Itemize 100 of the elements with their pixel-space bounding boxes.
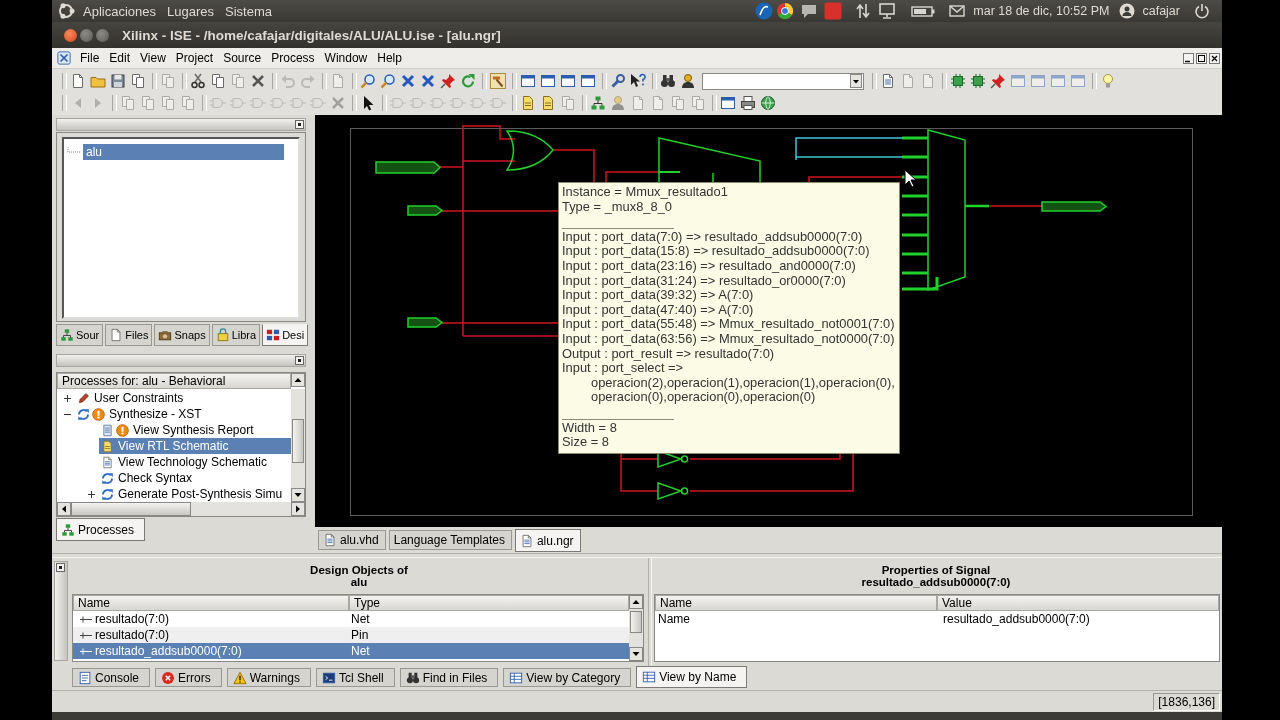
pages-icon[interactable] bbox=[130, 73, 146, 89]
task-tree-item[interactable]: View Technology Schematic bbox=[99, 454, 291, 470]
console-tab[interactable]: Tcl Shell bbox=[315, 668, 395, 687]
person-icon[interactable] bbox=[1119, 3, 1136, 19]
scroll-thumb[interactable] bbox=[630, 611, 642, 633]
console-tab[interactable]: View by Name bbox=[636, 666, 748, 688]
vertical-scrollbar[interactable] bbox=[629, 595, 643, 661]
disc-icon[interactable] bbox=[755, 2, 774, 20]
window-icon[interactable] bbox=[520, 73, 536, 89]
menu-item[interactable]: Process bbox=[266, 51, 320, 65]
pin-icon[interactable] bbox=[440, 73, 456, 89]
expand-icon[interactable] bbox=[79, 630, 93, 640]
tree-item[interactable]: alu bbox=[83, 144, 284, 160]
page-icon[interactable] bbox=[520, 95, 536, 111]
page-icon[interactable] bbox=[540, 95, 556, 111]
task-tree-item[interactable]: View Synthesis Report bbox=[99, 422, 291, 438]
arrow-down-icon[interactable] bbox=[629, 647, 643, 661]
window-icon[interactable] bbox=[580, 73, 596, 89]
speech-bubble-icon[interactable] bbox=[800, 2, 819, 20]
panel-tab[interactable]: Sour bbox=[56, 324, 104, 346]
envelope-icon[interactable] bbox=[949, 2, 966, 20]
search-combo-field[interactable] bbox=[702, 72, 864, 90]
minimize-button[interactable] bbox=[80, 28, 93, 42]
menu-item[interactable]: Edit bbox=[104, 51, 136, 65]
panel-tab[interactable]: Libra bbox=[211, 324, 261, 346]
dot-box-icon[interactable] bbox=[56, 563, 65, 572]
cross-icon[interactable] bbox=[420, 73, 436, 89]
logo-icon[interactable] bbox=[57, 2, 75, 20]
expand-icon[interactable] bbox=[87, 489, 96, 499]
document-icon[interactable] bbox=[880, 73, 896, 89]
editor-tab[interactable]: alu.vhd bbox=[318, 530, 386, 550]
close-icon[interactable] bbox=[1209, 52, 1220, 64]
console-tab[interactable]: Errors bbox=[155, 668, 222, 687]
close-button[interactable] bbox=[64, 28, 77, 42]
editor-tab[interactable]: alu.ngr bbox=[514, 529, 581, 552]
console-tab[interactable]: View by Category bbox=[503, 668, 632, 687]
column-header[interactable]: Name bbox=[73, 595, 349, 611]
hierarchy-icon[interactable] bbox=[590, 95, 606, 111]
arrow-left-icon[interactable] bbox=[57, 502, 71, 516]
lightbulb-icon[interactable] bbox=[1100, 73, 1116, 89]
monitor-icon[interactable] bbox=[879, 2, 896, 20]
help-icon[interactable] bbox=[630, 73, 646, 89]
window-icon[interactable] bbox=[560, 73, 576, 89]
dot-box-icon[interactable] bbox=[295, 356, 304, 365]
menu-item[interactable]: View bbox=[135, 51, 171, 65]
horizontal-scrollbar[interactable] bbox=[57, 502, 305, 516]
top-menu-item[interactable]: Sistema bbox=[225, 3, 272, 19]
minimize-icon[interactable] bbox=[1183, 52, 1194, 64]
menu-item[interactable]: File bbox=[75, 51, 105, 65]
object-row[interactable]: resultado(7:0) Pin bbox=[73, 627, 629, 643]
arrow-up-icon[interactable] bbox=[629, 595, 643, 609]
top-menu-item[interactable]: Aplicaciones bbox=[83, 3, 156, 19]
magnifier-icon[interactable] bbox=[360, 73, 376, 89]
scissors-icon[interactable] bbox=[190, 73, 206, 89]
cross-icon[interactable] bbox=[250, 73, 266, 89]
scroll-thumb[interactable] bbox=[71, 502, 191, 516]
task-tree-item[interactable]: View RTL Schematic bbox=[99, 438, 291, 454]
task-tree-item[interactable]: Generate Post-Synthesis Simu bbox=[99, 486, 291, 502]
column-header[interactable]: Processes for: alu - Behavioral bbox=[57, 373, 291, 389]
task-tree-item[interactable]: Synthesize - XST bbox=[75, 406, 291, 422]
power-icon[interactable] bbox=[1194, 3, 1210, 19]
globe-icon[interactable] bbox=[760, 95, 776, 111]
menu-item[interactable]: Window bbox=[319, 51, 373, 65]
menu-item[interactable]: Help bbox=[372, 51, 407, 65]
top-menu-item[interactable]: Lugares bbox=[167, 3, 214, 19]
expand-icon[interactable] bbox=[79, 614, 93, 624]
column-header[interactable]: Type bbox=[349, 595, 629, 611]
editor-tab[interactable]: Language Templates bbox=[388, 530, 512, 550]
clock[interactable]: mar 18 de dic, 10:52 PM bbox=[973, 4, 1110, 18]
chip-icon[interactable] bbox=[950, 73, 966, 89]
menu-item[interactable]: Source bbox=[218, 51, 267, 65]
panel-tab[interactable]: Desi bbox=[262, 324, 309, 346]
user-name[interactable]: cafajar bbox=[1142, 4, 1180, 18]
pin-icon[interactable] bbox=[990, 73, 1006, 89]
hammer-icon[interactable] bbox=[490, 73, 506, 89]
circular-arrow-icon[interactable] bbox=[460, 73, 476, 89]
arrow-right-icon[interactable] bbox=[291, 502, 305, 516]
panel-tab[interactable]: Processes bbox=[56, 518, 146, 541]
wrench-icon[interactable] bbox=[610, 73, 626, 89]
task-tree-item[interactable]: Check Syntax bbox=[99, 470, 291, 486]
caret-icon[interactable] bbox=[850, 74, 862, 88]
vertical-scrollbar[interactable] bbox=[291, 389, 305, 502]
expand-icon[interactable] bbox=[63, 393, 72, 403]
object-row[interactable]: resultado(7:0) Net bbox=[73, 611, 629, 627]
menu-item[interactable]: Project bbox=[170, 51, 219, 65]
console-tab[interactable]: Warnings bbox=[226, 668, 311, 687]
network-icon[interactable] bbox=[856, 2, 871, 20]
column-header[interactable]: Name bbox=[655, 595, 937, 611]
maximize-button[interactable] bbox=[96, 28, 109, 42]
page-icon[interactable] bbox=[70, 73, 86, 89]
chip-icon[interactable] bbox=[970, 73, 986, 89]
pages-icon[interactable] bbox=[210, 73, 226, 89]
dot-box-icon[interactable] bbox=[295, 120, 304, 129]
magnifier-icon[interactable] bbox=[380, 73, 396, 89]
cross-icon[interactable] bbox=[400, 73, 416, 89]
console-tab[interactable]: Console bbox=[72, 668, 151, 687]
restore-icon[interactable] bbox=[1196, 52, 1207, 64]
column-header[interactable]: Value bbox=[937, 595, 1219, 611]
arrow-up-icon[interactable] bbox=[291, 373, 305, 387]
panel-tab[interactable]: Files bbox=[105, 324, 153, 346]
